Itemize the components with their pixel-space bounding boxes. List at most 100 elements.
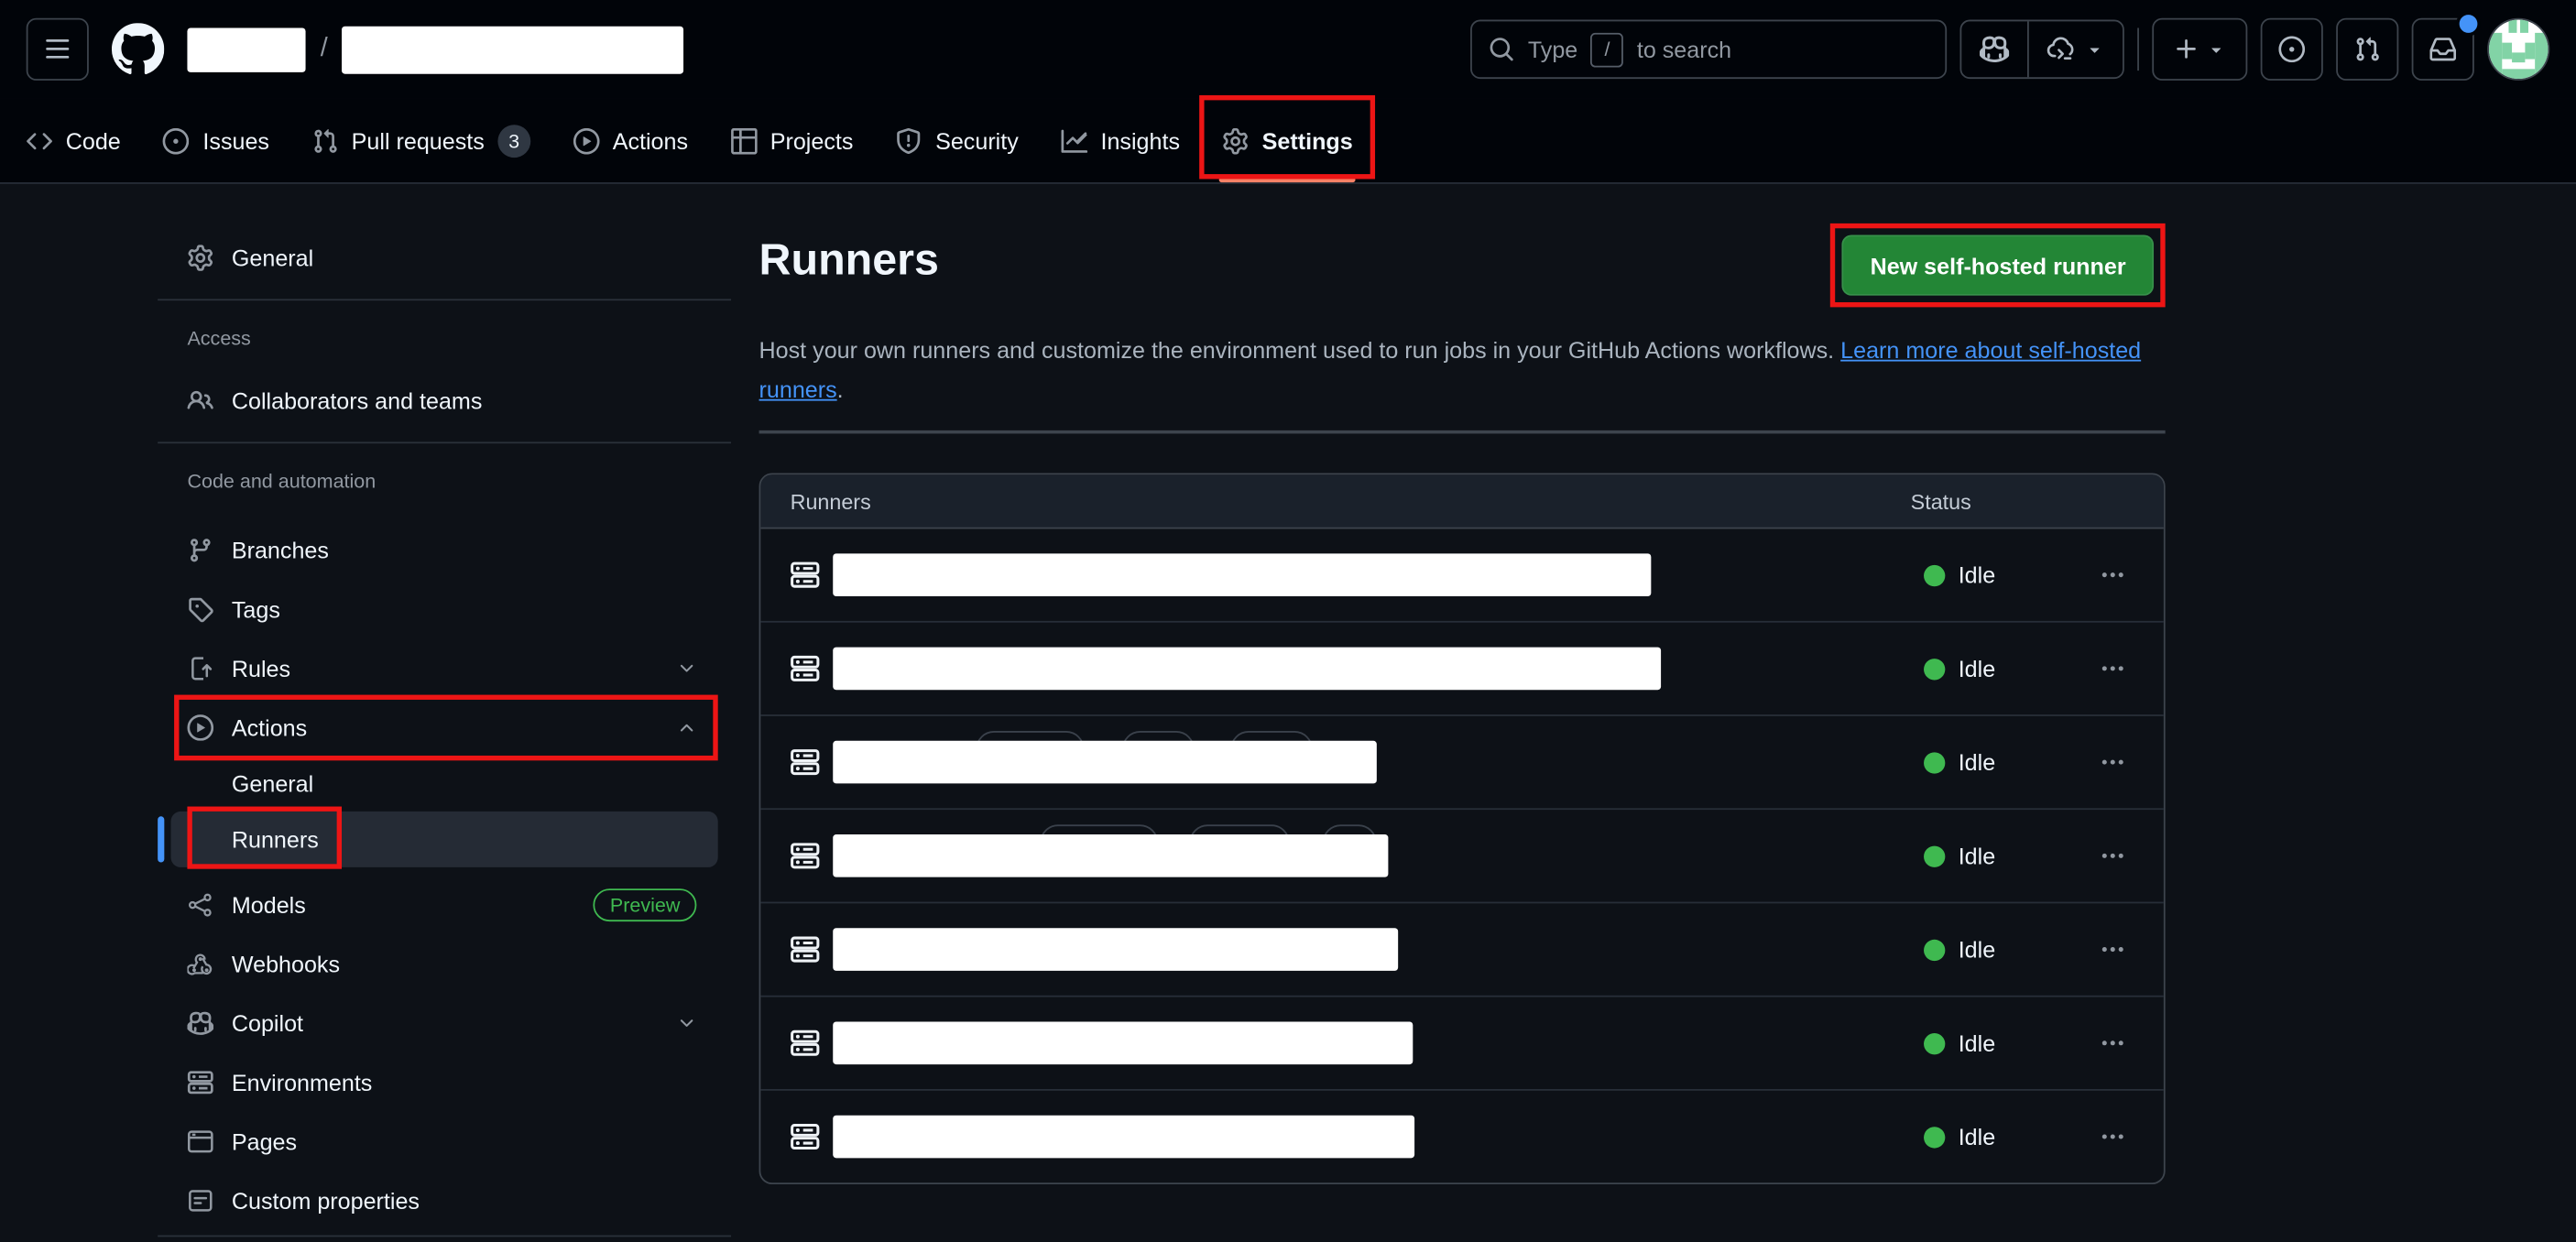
github-logo[interactable] xyxy=(112,23,164,75)
chevron-down-icon xyxy=(677,659,697,679)
runner-name-redacted xyxy=(833,553,1651,596)
note-icon xyxy=(187,1188,213,1215)
people-icon xyxy=(187,387,213,414)
description-period: . xyxy=(837,376,844,402)
runner-status: Idle xyxy=(1924,716,1995,808)
chevron-down-icon xyxy=(677,1014,697,1034)
sidebar-item-pages[interactable]: Pages xyxy=(158,1117,731,1166)
sidebar-item-rules[interactable]: Rules xyxy=(158,644,731,693)
runner-name-redacted xyxy=(833,1021,1413,1064)
plus-icon xyxy=(2174,36,2200,62)
tab-projects[interactable]: Projects xyxy=(717,99,866,182)
sidebar-item-actions[interactable]: Actions xyxy=(158,703,731,753)
sidebar-item-copilot[interactable]: Copilot xyxy=(158,998,731,1048)
runner-row: Idle xyxy=(760,528,2164,620)
repo-owner-redacted[interactable] xyxy=(187,27,305,71)
search-placeholder-suffix: to search xyxy=(1637,36,1731,62)
runner-row: Idle xyxy=(760,621,2164,714)
play-icon xyxy=(573,127,600,154)
server-icon xyxy=(187,1069,213,1095)
search-input[interactable]: Type / to search xyxy=(1470,20,1947,80)
tab-actions[interactable]: Actions xyxy=(560,99,701,182)
tab-issues[interactable]: Issues xyxy=(150,99,282,182)
status-dot-idle xyxy=(1924,939,1945,960)
rules-icon xyxy=(187,656,213,682)
issue-opened-icon xyxy=(163,127,190,154)
sidebar-item-environments[interactable]: Environments xyxy=(158,1058,731,1107)
your-pull-requests-button[interactable] xyxy=(2336,18,2398,81)
sidebar-item-collaborators[interactable]: Collaborators and teams xyxy=(158,376,731,426)
hamburger-icon xyxy=(44,36,71,62)
runner-status: Idle xyxy=(1924,623,1995,714)
caret-down-icon xyxy=(2206,39,2226,60)
kebab-menu-button[interactable] xyxy=(2100,1030,2126,1056)
kebab-menu-button[interactable] xyxy=(2100,936,2126,963)
sidebar-item-actions-general[interactable]: General xyxy=(158,762,731,805)
preview-badge: Preview xyxy=(594,888,696,921)
slash-key-hint: / xyxy=(1591,32,1624,67)
runner-row: Idle xyxy=(760,902,2164,996)
runner-name-redacted xyxy=(833,834,1388,877)
repo-name-redacted[interactable] xyxy=(343,26,684,73)
copilot-button[interactable] xyxy=(1961,21,2027,77)
global-menu-button[interactable] xyxy=(27,18,89,81)
status-dot-idle xyxy=(1924,658,1945,679)
code-icon xyxy=(27,127,53,154)
repo-tab-bar: Code Issues Pull requests 3 Actions Proj… xyxy=(0,99,2576,184)
sidebar-item-webhooks[interactable]: Webhooks xyxy=(158,940,731,989)
runner-name-redacted xyxy=(833,1116,1414,1159)
page-title: Runners xyxy=(759,230,939,289)
table-header: Runners Status xyxy=(760,474,2164,528)
sidebar-item-custom-properties[interactable]: Custom properties xyxy=(158,1176,731,1226)
new-runner-button-wrapper: New self-hosted runner xyxy=(1842,234,2154,295)
tab-code[interactable]: Code xyxy=(13,99,134,182)
sidebar-item-branches[interactable]: Branches xyxy=(158,526,731,575)
runner-name-redacted xyxy=(833,648,1661,691)
kebab-menu-button[interactable] xyxy=(2100,561,2126,588)
runner-row: Idle xyxy=(760,1089,2164,1182)
avatar[interactable] xyxy=(2487,18,2549,81)
kebab-menu-button[interactable] xyxy=(2100,749,2126,776)
github-settings-runners-page: / Type / to search xyxy=(0,0,2576,1242)
runner-row: Idle xyxy=(760,808,2164,901)
graph-icon xyxy=(1061,127,1087,154)
sidebar-section-access: Access xyxy=(158,327,731,350)
tag-icon xyxy=(187,596,213,623)
server-icon xyxy=(791,841,820,870)
status-dot-idle xyxy=(1924,845,1945,866)
caret-down-icon xyxy=(2085,39,2105,60)
kebab-menu-button[interactable] xyxy=(2100,843,2126,869)
kebab-menu-button[interactable] xyxy=(2100,656,2126,682)
models-icon xyxy=(187,892,213,919)
chevron-up-icon xyxy=(677,718,697,738)
sidebar-item-general[interactable]: General xyxy=(158,234,731,283)
new-self-hosted-runner-button[interactable]: New self-hosted runner xyxy=(1842,234,2154,295)
inbox-icon xyxy=(2429,36,2456,62)
status-dot-idle xyxy=(1924,1126,1945,1147)
kebab-menu-button[interactable] xyxy=(2100,1124,2126,1150)
runner-name-redacted xyxy=(833,741,1377,784)
sidebar-divider xyxy=(158,299,731,300)
tab-settings[interactable]: Settings xyxy=(1209,99,1366,182)
create-new-dropdown[interactable] xyxy=(2152,18,2247,81)
repo-path-separator: / xyxy=(321,35,328,64)
runner-status: Idle xyxy=(1924,810,1995,901)
sidebar-item-models[interactable]: Models Preview xyxy=(158,880,731,930)
tab-security[interactable]: Security xyxy=(883,99,1031,182)
github-mark-icon xyxy=(112,23,164,75)
pr-count-badge: 3 xyxy=(497,124,530,157)
description-text: Host your own runners and customize the … xyxy=(759,337,1835,364)
tab-pull-requests[interactable]: Pull requests 3 xyxy=(299,99,543,182)
runner-status: Idle xyxy=(1924,1091,1995,1182)
sidebar-item-actions-runners[interactable]: Runners xyxy=(171,812,718,867)
sidebar-section-code-automation: Code and automation xyxy=(158,470,731,493)
notifications-wrapper xyxy=(2412,18,2474,81)
issue-opened-icon xyxy=(2278,36,2305,62)
unread-notification-dot xyxy=(2456,12,2481,37)
runner-row: Idle xyxy=(760,714,2164,808)
copilot-agents-dropdown[interactable] xyxy=(2029,21,2123,77)
selected-item-accent-bar xyxy=(158,816,164,862)
tab-insights[interactable]: Insights xyxy=(1048,99,1193,182)
sidebar-item-tags[interactable]: Tags xyxy=(158,584,731,634)
your-issues-button[interactable] xyxy=(2261,18,2323,81)
